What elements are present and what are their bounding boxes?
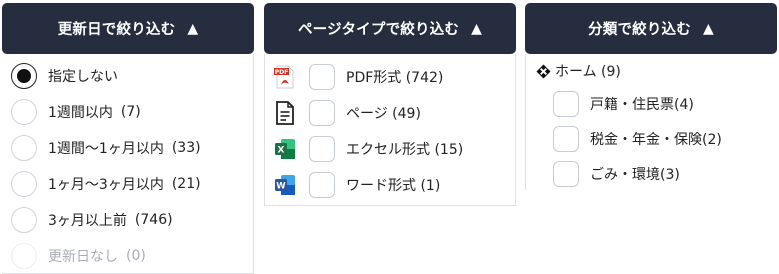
update-date-filter-title: 更新日で絞り込む [57, 22, 176, 38]
category-option-garbage[interactable]: ごみ・環境(3) [553, 161, 680, 187]
svg-text:X: X [278, 146, 285, 156]
checkbox[interactable] [309, 64, 335, 90]
option-label: 1週間以内 [48, 105, 113, 121]
checkbox[interactable] [309, 100, 335, 126]
option-label: PDF形式 (742) [346, 70, 444, 86]
page-type-options: PDF PDF形式 (742) ページ (49) X エクセル形式 (15) W… [264, 54, 516, 206]
option-label: 指定しない [48, 69, 118, 85]
option-label: ワード形式 (1) [346, 178, 441, 194]
option-label: ごみ・環境(3) [590, 167, 680, 183]
option-count: (33) [171, 140, 201, 156]
checkbox[interactable] [309, 136, 335, 162]
type-option-page[interactable]: ページ (49) [274, 100, 421, 126]
option-label: 1週間〜1ヶ月以内 [48, 141, 164, 157]
category-root-label: ホーム (9) [555, 64, 621, 80]
svg-text:W: W [276, 182, 286, 192]
category-option-tax-pension[interactable]: 税金・年金・保険(2) [553, 126, 722, 152]
radio-option-none[interactable]: 指定しない [11, 63, 118, 89]
option-label: ページ (49) [346, 106, 421, 122]
type-option-excel[interactable]: X エクセル形式 (15) [274, 136, 463, 162]
option-count: (7) [120, 104, 141, 120]
triangle-up-icon: ▲ [187, 20, 199, 37]
update-date-filter-header[interactable]: 更新日で絞り込む ▲ [2, 3, 254, 54]
type-option-word[interactable]: W ワード形式 (1) [274, 172, 440, 198]
radio-button[interactable] [11, 63, 37, 89]
triangle-up-icon: ▲ [702, 20, 714, 37]
pdf-icon: PDF [274, 65, 294, 89]
option-count: (21) [171, 176, 201, 192]
category-filter-panel: 分類で絞り込む ▲ ホーム (9) 戸籍・住民票(4) 税金・年金・保険(2) … [525, 0, 777, 190]
category-options: ホーム (9) 戸籍・住民票(4) 税金・年金・保険(2) ごみ・環境(3) [525, 54, 777, 190]
radio-option-no-date: 更新日なし (0) [11, 243, 146, 269]
option-count: (746) [134, 212, 173, 228]
category-root-home[interactable]: ホーム (9) [536, 61, 621, 81]
page-type-filter-header[interactable]: ページタイプで絞り込む ▲ [264, 3, 516, 54]
radio-option-1month-3month[interactable]: 1ヶ月〜3ヶ月以内 (21) [11, 171, 201, 197]
radio-button[interactable] [11, 207, 37, 233]
page-document-icon [276, 101, 294, 125]
category-option-family-register[interactable]: 戸籍・住民票(4) [553, 91, 694, 117]
radio-option-1week-1month[interactable]: 1週間〜1ヶ月以内 (33) [11, 135, 201, 161]
triangle-up-icon: ▲ [471, 20, 483, 37]
type-option-pdf[interactable]: PDF PDF形式 (742) [274, 64, 443, 90]
checkbox[interactable] [309, 172, 335, 198]
excel-icon: X [275, 139, 295, 159]
category-filter-header[interactable]: 分類で絞り込む ▲ [525, 3, 777, 54]
checkbox[interactable] [553, 161, 579, 187]
radio-button[interactable] [11, 135, 37, 161]
radio-option-1week[interactable]: 1週間以内 (7) [11, 99, 141, 125]
diamond-cross-icon [536, 63, 551, 79]
option-count: (0) [126, 248, 146, 264]
page-type-filter-panel: ページタイプで絞り込む ▲ PDF PDF形式 (742) ページ (49) X… [264, 0, 516, 206]
radio-button[interactable] [11, 99, 37, 125]
radio-button-disabled [11, 243, 37, 269]
update-date-options: 指定しない 1週間以内 (7) 1週間〜1ヶ月以内 (33) 1ヶ月〜3ヶ月以内… [2, 54, 254, 274]
page-type-filter-title: ページタイプで絞り込む [297, 22, 460, 38]
category-filter-title: 分類で絞り込む [588, 22, 691, 38]
option-label: 戸籍・住民票(4) [590, 97, 694, 113]
update-date-filter-panel: 更新日で絞り込む ▲ 指定しない 1週間以内 (7) 1週間〜1ヶ月以内 (33… [2, 0, 254, 274]
word-icon: W [275, 175, 295, 195]
svg-text:PDF: PDF [275, 69, 288, 76]
option-label: 更新日なし [48, 249, 118, 265]
option-label: 1ヶ月〜3ヶ月以内 [48, 177, 164, 193]
checkbox[interactable] [553, 126, 579, 152]
option-label: エクセル形式 (15) [346, 142, 464, 158]
checkbox[interactable] [553, 91, 579, 117]
option-label: 税金・年金・保険(2) [590, 132, 722, 148]
option-label: 3ヶ月以上前 [48, 213, 127, 229]
radio-button[interactable] [11, 171, 37, 197]
radio-option-3month-plus[interactable]: 3ヶ月以上前 (746) [11, 207, 173, 233]
